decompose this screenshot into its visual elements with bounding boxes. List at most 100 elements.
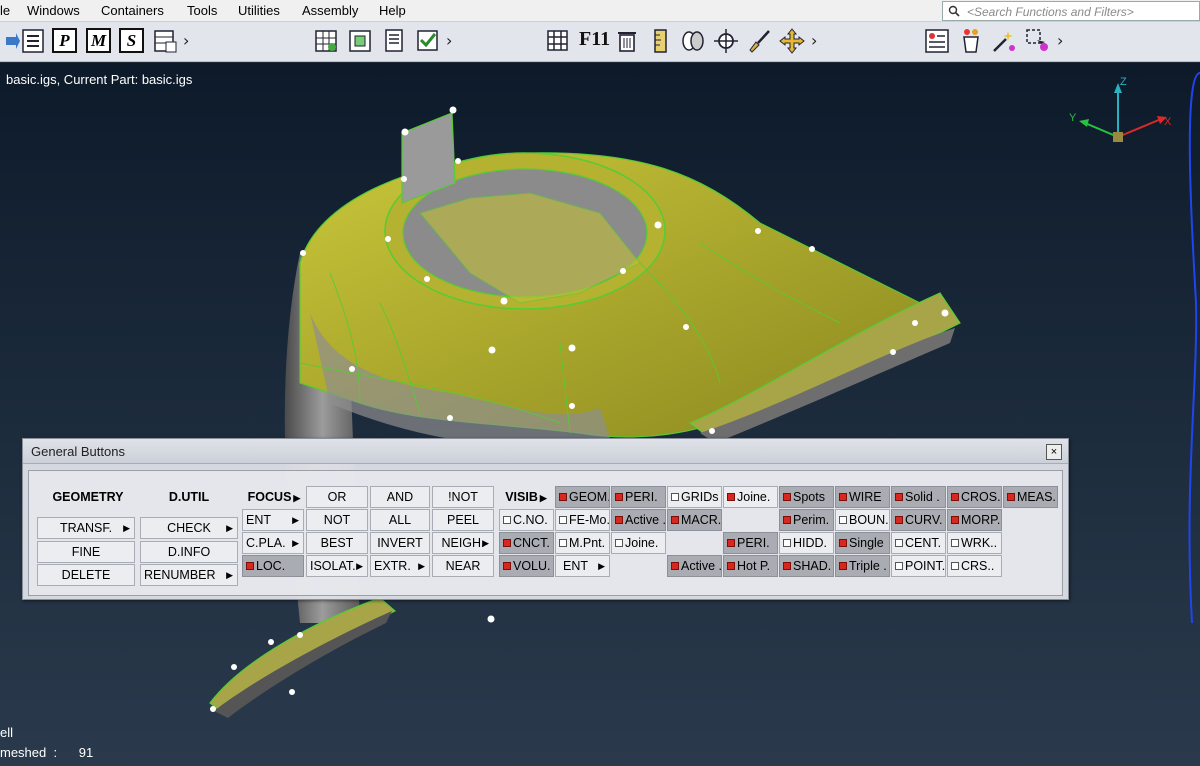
visib-meas-toggle[interactable]: MEAS. xyxy=(1003,486,1058,508)
flip-icon[interactable] xyxy=(680,28,706,54)
visib-joine-toggle-2[interactable]: Joine. xyxy=(611,532,666,554)
move-icon[interactable] xyxy=(779,28,805,54)
visib-point-toggle[interactable]: POINT. xyxy=(891,555,946,577)
visib-volu-toggle[interactable]: VOLU. xyxy=(499,555,554,577)
bucket-icon[interactable] xyxy=(958,28,984,54)
focus-best-button[interactable]: BEST xyxy=(306,532,368,554)
menu-help[interactable]: Help xyxy=(379,3,406,18)
visib-peri-toggle-2[interactable]: PERI. xyxy=(723,532,778,554)
graphics-viewport[interactable]: basic.igs, Current Part: basic.igs Z Y X… xyxy=(0,63,1200,766)
visib-ent-button[interactable]: ENT ▶ xyxy=(555,555,610,577)
visib-hidd-toggle[interactable]: HIDD. xyxy=(779,532,834,554)
menu-containers[interactable]: Containers xyxy=(101,3,164,18)
focus-loc-button[interactable]: LOC. xyxy=(242,555,304,577)
renumber-button[interactable]: RENUMBER ▶ xyxy=(140,564,238,586)
spreadsheet-icon[interactable] xyxy=(347,28,373,54)
toolbar-more-4[interactable]: › xyxy=(1057,31,1063,50)
focus-isolat-button[interactable]: ISOLAT. ▶ xyxy=(306,555,368,577)
visib-triple-toggle[interactable]: Triple . xyxy=(835,555,890,577)
focus-near-button[interactable]: NEAR xyxy=(432,555,494,577)
toolbar-more-1[interactable]: › xyxy=(183,31,189,50)
list-icon[interactable] xyxy=(20,28,46,54)
ruler-icon[interactable] xyxy=(647,28,673,54)
visib-perim-toggle[interactable]: Perim. xyxy=(779,509,834,531)
focus-and-button[interactable]: AND xyxy=(370,486,430,508)
select-filter-icon[interactable] xyxy=(1025,28,1051,54)
visib-single-toggle[interactable]: Single xyxy=(835,532,890,554)
document-icon[interactable] xyxy=(381,28,407,54)
set-button[interactable]: S xyxy=(119,28,144,53)
close-icon[interactable]: × xyxy=(1046,444,1062,460)
visib-spots-toggle[interactable]: Spots xyxy=(779,486,834,508)
visib-shad-toggle[interactable]: SHAD. xyxy=(779,555,834,577)
menu-assembly[interactable]: Assembly xyxy=(302,3,358,18)
brush-icon[interactable] xyxy=(746,28,772,54)
visib-cnct-toggle[interactable]: CNCT. xyxy=(499,532,554,554)
focus-or-button[interactable]: OR xyxy=(306,486,368,508)
focus-neigh-button[interactable]: NEIGH. ▶ xyxy=(432,532,494,554)
menu-file[interactable]: le xyxy=(0,3,10,18)
grid-icon[interactable] xyxy=(313,28,339,54)
focus-ent-button[interactable]: ENT ▶ xyxy=(242,509,304,531)
visib-solid-toggle[interactable]: Solid . xyxy=(891,486,946,508)
dinfo-button[interactable]: D.INFO xyxy=(140,541,238,563)
visib-boun-toggle[interactable]: BOUN. xyxy=(835,509,890,531)
visib-grids-toggle[interactable]: GRIDs xyxy=(667,486,722,508)
mesh-grid-icon[interactable] xyxy=(545,28,571,54)
axis-z-label: Z xyxy=(1120,76,1127,88)
visib-joine-toggle[interactable]: Joine. xyxy=(723,486,778,508)
menu-tools[interactable]: Tools xyxy=(187,3,217,18)
delete-button[interactable]: DELETE xyxy=(37,564,135,586)
material-button[interactable]: M xyxy=(86,28,111,53)
focus-peel-button[interactable]: PEEL xyxy=(432,509,494,531)
focus-extr-button[interactable]: EXTR. ▶ xyxy=(370,555,430,577)
transf-button[interactable]: TRANSF. ▶ xyxy=(37,517,135,539)
check-button[interactable]: CHECK ▶ xyxy=(140,517,238,539)
visib-cno-toggle[interactable]: C.NO. xyxy=(499,509,554,531)
f11-button[interactable]: F11 xyxy=(579,28,610,51)
checklist-icon[interactable] xyxy=(415,28,441,54)
visib-curv-toggle[interactable]: CURV. xyxy=(891,509,946,531)
focus-cpla-button[interactable]: C.PLA. ▶ xyxy=(242,532,304,554)
focus-invert-button[interactable]: INVERT xyxy=(370,532,430,554)
focus-not-bang-button[interactable]: !NOT xyxy=(432,486,494,508)
focus-all-button[interactable]: ALL xyxy=(370,509,430,531)
visib-geom-toggle[interactable]: GEOM. xyxy=(555,486,610,508)
general-buttons-panel: General Buttons × GEOMETRY TRANSF. ▶ FINE… xyxy=(22,438,1069,600)
toolbar-more-2[interactable]: › xyxy=(446,31,452,50)
dutil-header: D.UTIL xyxy=(168,490,210,504)
visib-macr-toggle[interactable]: MACR. xyxy=(667,509,722,531)
property-button[interactable]: P xyxy=(52,28,77,53)
visib-cent-toggle[interactable]: CENT. xyxy=(891,532,946,554)
visib-hotp-toggle[interactable]: Hot P. xyxy=(723,555,778,577)
focus-not-button[interactable]: NOT xyxy=(306,509,368,531)
trash-icon[interactable] xyxy=(614,28,640,54)
toolbar-more-3[interactable]: › xyxy=(811,31,817,50)
cursor-icon[interactable] xyxy=(0,28,20,54)
menu-windows[interactable]: Windows xyxy=(27,3,80,18)
menu-utilities[interactable]: Utilities xyxy=(238,3,280,18)
search-box[interactable]: <Search Functions and Filters> xyxy=(942,1,1200,21)
menu-bar: le Windows Containers Tools Utilities As… xyxy=(0,0,1200,22)
stats-line-2: meshed : 91 xyxy=(0,745,94,760)
cad-model[interactable] xyxy=(0,63,1176,766)
fine-button[interactable]: FINE xyxy=(37,541,135,563)
visib-crs-toggle[interactable]: CRS.. xyxy=(947,555,1002,577)
visib-wrk-toggle[interactable]: WRK.. xyxy=(947,532,1002,554)
visib-active-toggle-1[interactable]: Active . xyxy=(611,509,666,531)
visib-peri-toggle[interactable]: PERI. xyxy=(611,486,666,508)
visib-wire-toggle[interactable]: WIRE xyxy=(835,486,890,508)
visib-morp-toggle[interactable]: MORP. xyxy=(947,509,1002,531)
report-icon[interactable] xyxy=(924,28,950,54)
part-table-icon[interactable] xyxy=(152,28,178,54)
visib-active-toggle-2[interactable]: Active . xyxy=(667,555,722,577)
geometry-header: GEOMETRY xyxy=(52,490,124,504)
panel-buttons-area: GEOMETRY TRANSF. ▶ FINE DELETE D.UTIL CHE… xyxy=(28,470,1063,596)
stats-line-1: ell xyxy=(0,725,14,740)
visib-femo-toggle[interactable]: FE-Mo. xyxy=(555,509,610,531)
visib-mpnt-toggle[interactable]: M.Pnt. xyxy=(555,532,610,554)
visib-cros-toggle[interactable]: CROS. xyxy=(947,486,1002,508)
target-icon[interactable] xyxy=(713,28,739,54)
magic-wand-icon[interactable] xyxy=(991,28,1017,54)
panel-title-bar[interactable]: General Buttons × xyxy=(23,439,1068,464)
